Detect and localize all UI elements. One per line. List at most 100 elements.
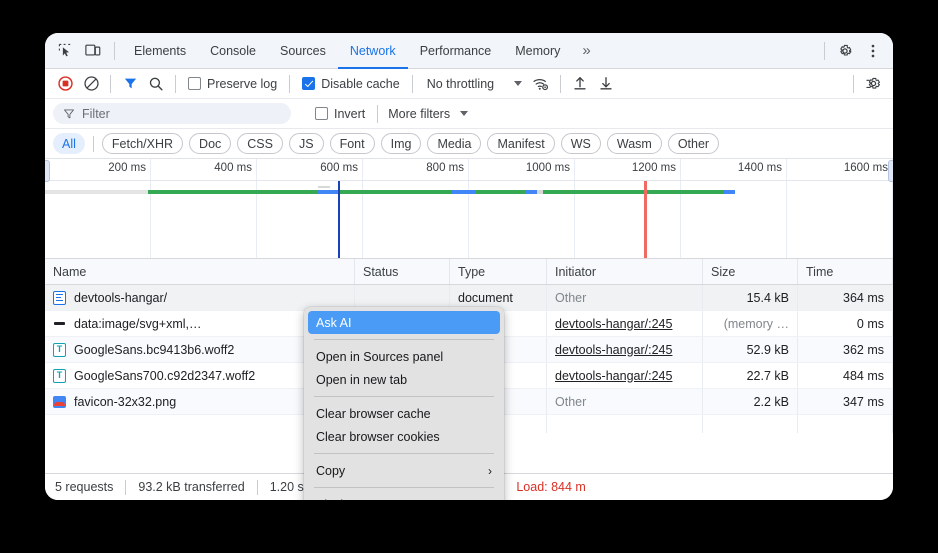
- cell-initiator: Other: [547, 389, 703, 414]
- chip-img[interactable]: Img: [381, 133, 422, 154]
- tab-performance[interactable]: Performance: [408, 33, 504, 69]
- overview-bar-pending: [318, 186, 330, 188]
- context-menu-item-copy[interactable]: Copy ›: [304, 459, 504, 482]
- context-menu-item-clear-browser-cookies[interactable]: Clear browser cookies: [304, 425, 504, 448]
- search-icon[interactable]: [143, 72, 169, 96]
- initiator-link[interactable]: devtools-hangar/:245: [555, 343, 672, 357]
- font-icon: T: [53, 343, 66, 357]
- import-har-icon[interactable]: [567, 72, 593, 96]
- chip-font[interactable]: Font: [330, 133, 375, 154]
- overview-tick-label: 1600 ms: [787, 162, 893, 174]
- overview-tick-label: 1400 ms: [681, 162, 787, 174]
- column-header-name[interactable]: Name: [45, 259, 355, 284]
- preserve-log-checkbox[interactable]: Preserve log: [182, 77, 283, 91]
- more-tabs-button[interactable]: »: [572, 33, 599, 69]
- chip-ws[interactable]: WS: [561, 133, 601, 154]
- overview-tick-label: 200 ms: [45, 162, 151, 174]
- initiator-link[interactable]: devtools-hangar/:245: [555, 369, 672, 383]
- overview-bar-request: [318, 190, 338, 194]
- column-header-initiator[interactable]: Initiator: [547, 259, 703, 284]
- filter-funnel-icon[interactable]: [117, 72, 143, 96]
- control-divider-6: [853, 75, 854, 93]
- network-overview-timeline[interactable]: 200 ms 400 ms 600 ms 800 ms 1000 ms 1200…: [45, 159, 893, 259]
- context-menu-item-clear-browser-cache[interactable]: Clear browser cache: [304, 402, 504, 425]
- tab-memory[interactable]: Memory: [503, 33, 572, 69]
- requests-count: 5 requests: [55, 480, 113, 494]
- chevron-down-icon: [460, 111, 468, 116]
- cell-initiator[interactable]: devtools-hangar/:245: [547, 363, 703, 388]
- chip-css[interactable]: CSS: [237, 133, 283, 154]
- cell-initiator[interactable]: devtools-hangar/:245: [547, 311, 703, 336]
- clear-icon[interactable]: [78, 72, 104, 96]
- column-header-status[interactable]: Status: [355, 259, 450, 284]
- initiator-link[interactable]: devtools-hangar/:245: [555, 317, 672, 331]
- column-header-time[interactable]: Time: [798, 259, 893, 284]
- cell-size: 15.4 kB: [703, 285, 798, 310]
- overview-tick-label: 800 ms: [363, 162, 469, 174]
- overview-bar-request: [543, 190, 723, 194]
- tab-elements[interactable]: Elements: [122, 33, 198, 69]
- chip-doc[interactable]: Doc: [189, 133, 231, 154]
- context-menu-item-copy-label: Copy: [316, 464, 345, 478]
- column-header-type[interactable]: Type: [450, 259, 547, 284]
- kebab-menu-icon[interactable]: [859, 38, 887, 64]
- export-har-icon[interactable]: [593, 72, 619, 96]
- cell-time: 364 ms: [798, 285, 893, 310]
- document-icon: [53, 291, 66, 305]
- record-stop-icon[interactable]: [52, 72, 78, 96]
- filter-funnel-icon: [63, 108, 75, 120]
- tab-sources[interactable]: Sources: [268, 33, 338, 69]
- request-name: GoogleSans.bc9413b6.woff2: [74, 343, 234, 357]
- invert-checkbox[interactable]: Invert: [309, 107, 371, 121]
- network-settings-gear-icon[interactable]: [860, 72, 886, 96]
- overview-right-handle[interactable]: [888, 160, 893, 182]
- tab-network[interactable]: Network: [338, 33, 408, 69]
- preserve-log-checkbox-box[interactable]: [188, 77, 201, 90]
- cell-size: 22.7 kB: [703, 363, 798, 388]
- cell-initiator[interactable]: devtools-hangar/:245: [547, 337, 703, 362]
- device-toolbar-icon[interactable]: [79, 38, 107, 64]
- filter-bar: Filter Invert More filters: [45, 99, 893, 129]
- chip-all[interactable]: All: [53, 133, 85, 154]
- invert-checkbox-box[interactable]: [315, 107, 328, 120]
- screenshot-root: Elements Console Sources Network Perform…: [0, 0, 938, 553]
- context-menu-separator: [314, 487, 494, 488]
- more-filters-dropdown[interactable]: More filters: [384, 107, 468, 121]
- preserve-log-label: Preserve log: [207, 77, 277, 91]
- transferred-size: 93.2 kB transferred: [138, 480, 244, 494]
- filter-divider: [377, 105, 378, 123]
- chevron-right-icon: ›: [488, 464, 492, 478]
- request-context-menu[interactable]: Ask AI Open in Sources panel Open in new…: [304, 307, 504, 500]
- context-menu-item-open-in-new-tab[interactable]: Open in new tab: [304, 368, 504, 391]
- overview-left-handle[interactable]: [45, 160, 50, 182]
- cell-size: 2.2 kB: [703, 389, 798, 414]
- disable-cache-checkbox[interactable]: Disable cache: [296, 77, 406, 91]
- context-menu-item-open-in-sources-panel[interactable]: Open in Sources panel: [304, 345, 504, 368]
- inspect-cursor-icon[interactable]: [51, 38, 79, 64]
- tab-console[interactable]: Console: [198, 33, 268, 69]
- context-menu-item-block-request-url[interactable]: Block request URL: [304, 493, 504, 500]
- image-icon: [53, 396, 66, 408]
- tabbar-divider: [114, 42, 115, 60]
- control-divider-2: [175, 75, 176, 93]
- chip-fetch-xhr[interactable]: Fetch/XHR: [102, 133, 183, 154]
- request-name: GoogleSans700.c92d2347.woff2: [74, 369, 255, 383]
- status-divider: [125, 480, 126, 495]
- filter-input[interactable]: Filter: [53, 103, 291, 124]
- context-menu-item-ask-ai[interactable]: Ask AI: [308, 311, 500, 334]
- cell-time: 362 ms: [798, 337, 893, 362]
- chip-other[interactable]: Other: [668, 133, 719, 154]
- filter-input-placeholder: Filter: [82, 107, 110, 121]
- context-menu-separator: [314, 396, 494, 397]
- disable-cache-checkbox-box[interactable]: [302, 77, 315, 90]
- network-conditions-icon[interactable]: [528, 72, 554, 96]
- chip-media[interactable]: Media: [427, 133, 481, 154]
- throttling-select[interactable]: No throttling: [419, 77, 528, 91]
- chip-manifest[interactable]: Manifest: [487, 133, 554, 154]
- column-header-size[interactable]: Size: [703, 259, 798, 284]
- overview-tick-label: 1000 ms: [469, 162, 575, 174]
- chip-wasm[interactable]: Wasm: [607, 133, 662, 154]
- overview-tick-label: 1200 ms: [575, 162, 681, 174]
- gear-icon[interactable]: [831, 38, 859, 64]
- chip-js[interactable]: JS: [289, 133, 324, 154]
